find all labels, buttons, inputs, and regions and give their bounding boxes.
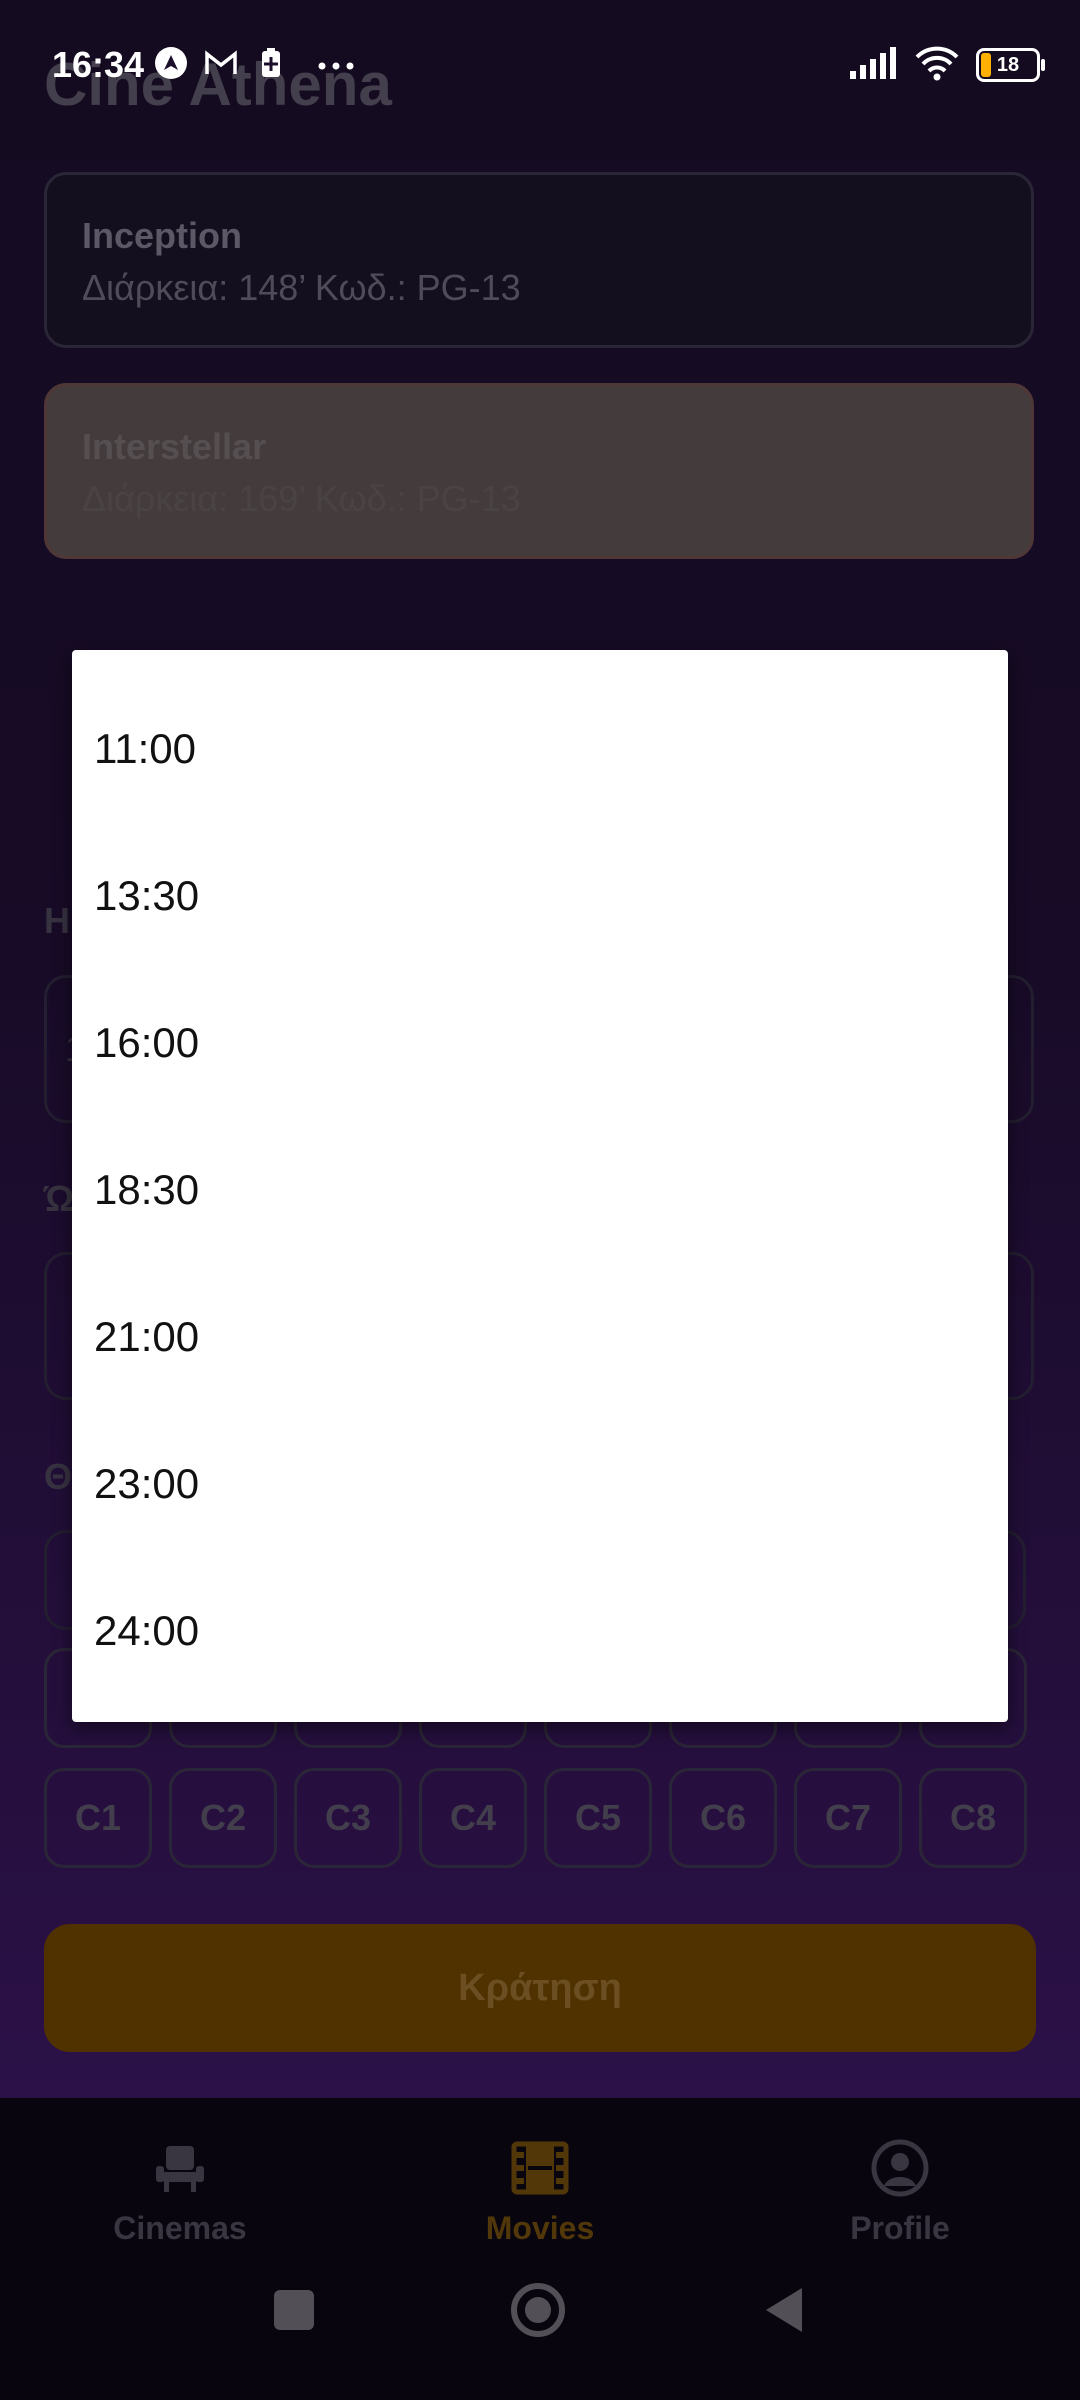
time-option[interactable]: 24:00 bbox=[72, 1557, 1008, 1704]
time-option[interactable]: 11:00 bbox=[72, 675, 1008, 822]
time-option[interactable]: 18:30 bbox=[72, 1116, 1008, 1263]
wifi-icon bbox=[914, 45, 960, 86]
time-option[interactable]: 21:00 bbox=[72, 1263, 1008, 1410]
status-bar: 16:34 18 bbox=[0, 0, 1080, 130]
more-notifications-icon bbox=[314, 46, 354, 80]
signal-icon bbox=[848, 45, 898, 86]
battery-icon: 18 bbox=[976, 48, 1045, 82]
gmail-icon bbox=[204, 46, 238, 80]
time-option[interactable]: 23:00 bbox=[72, 1410, 1008, 1557]
status-right-group: 18 bbox=[848, 40, 1045, 90]
battery-saver-icon bbox=[254, 46, 288, 80]
time-option[interactable]: 13:30 bbox=[72, 822, 1008, 969]
time-picker-dialog: 11:00 13:30 16:00 18:30 21:00 23:00 24:0… bbox=[72, 650, 1008, 1722]
battery-level: 18 bbox=[996, 54, 1020, 76]
status-time: 16:34 bbox=[52, 44, 145, 85]
nav-arrow-icon bbox=[154, 46, 188, 80]
time-option[interactable]: 16:00 bbox=[72, 969, 1008, 1116]
